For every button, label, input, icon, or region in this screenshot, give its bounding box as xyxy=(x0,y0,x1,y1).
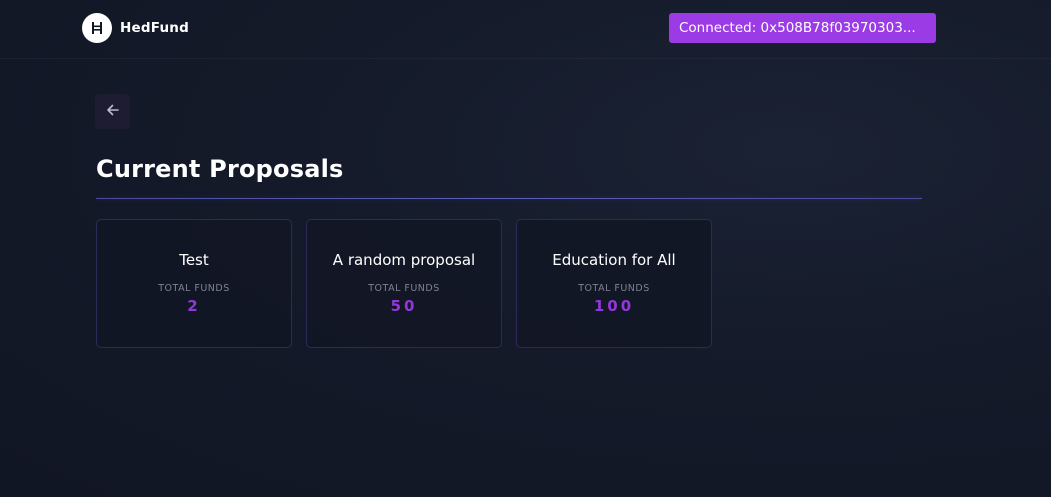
proposal-card[interactable]: A random proposal TOTAL FUNDS 50 xyxy=(306,219,502,348)
title-divider xyxy=(96,198,922,199)
brand-logo[interactable]: HedFund xyxy=(82,13,189,43)
proposal-card-list: Test TOTAL FUNDS 2 A random proposal TOT… xyxy=(96,219,712,348)
proposal-card[interactable]: Education for All TOTAL FUNDS 100 xyxy=(516,219,712,348)
total-funds-value: 2 xyxy=(187,297,201,315)
total-funds-value: 100 xyxy=(593,297,635,315)
proposal-card[interactable]: Test TOTAL FUNDS 2 xyxy=(96,219,292,348)
brand-name: HedFund xyxy=(120,20,189,36)
total-funds-value: 50 xyxy=(390,297,418,315)
top-navbar: HedFund Connected: 0x508B78f03970303... xyxy=(0,0,1051,59)
proposal-title: Education for All xyxy=(552,251,676,269)
back-button[interactable] xyxy=(95,94,130,129)
total-funds-label: TOTAL FUNDS xyxy=(158,283,230,294)
page-title: Current Proposals xyxy=(96,155,344,183)
wallet-connected-button[interactable]: Connected: 0x508B78f03970303... xyxy=(669,13,936,43)
total-funds-label: TOTAL FUNDS xyxy=(578,283,650,294)
arrow-left-icon xyxy=(105,102,121,122)
hedera-logo-icon xyxy=(82,13,112,43)
total-funds-label: TOTAL FUNDS xyxy=(368,283,440,294)
proposal-title: A random proposal xyxy=(332,251,476,269)
proposal-title: Test xyxy=(179,251,209,269)
